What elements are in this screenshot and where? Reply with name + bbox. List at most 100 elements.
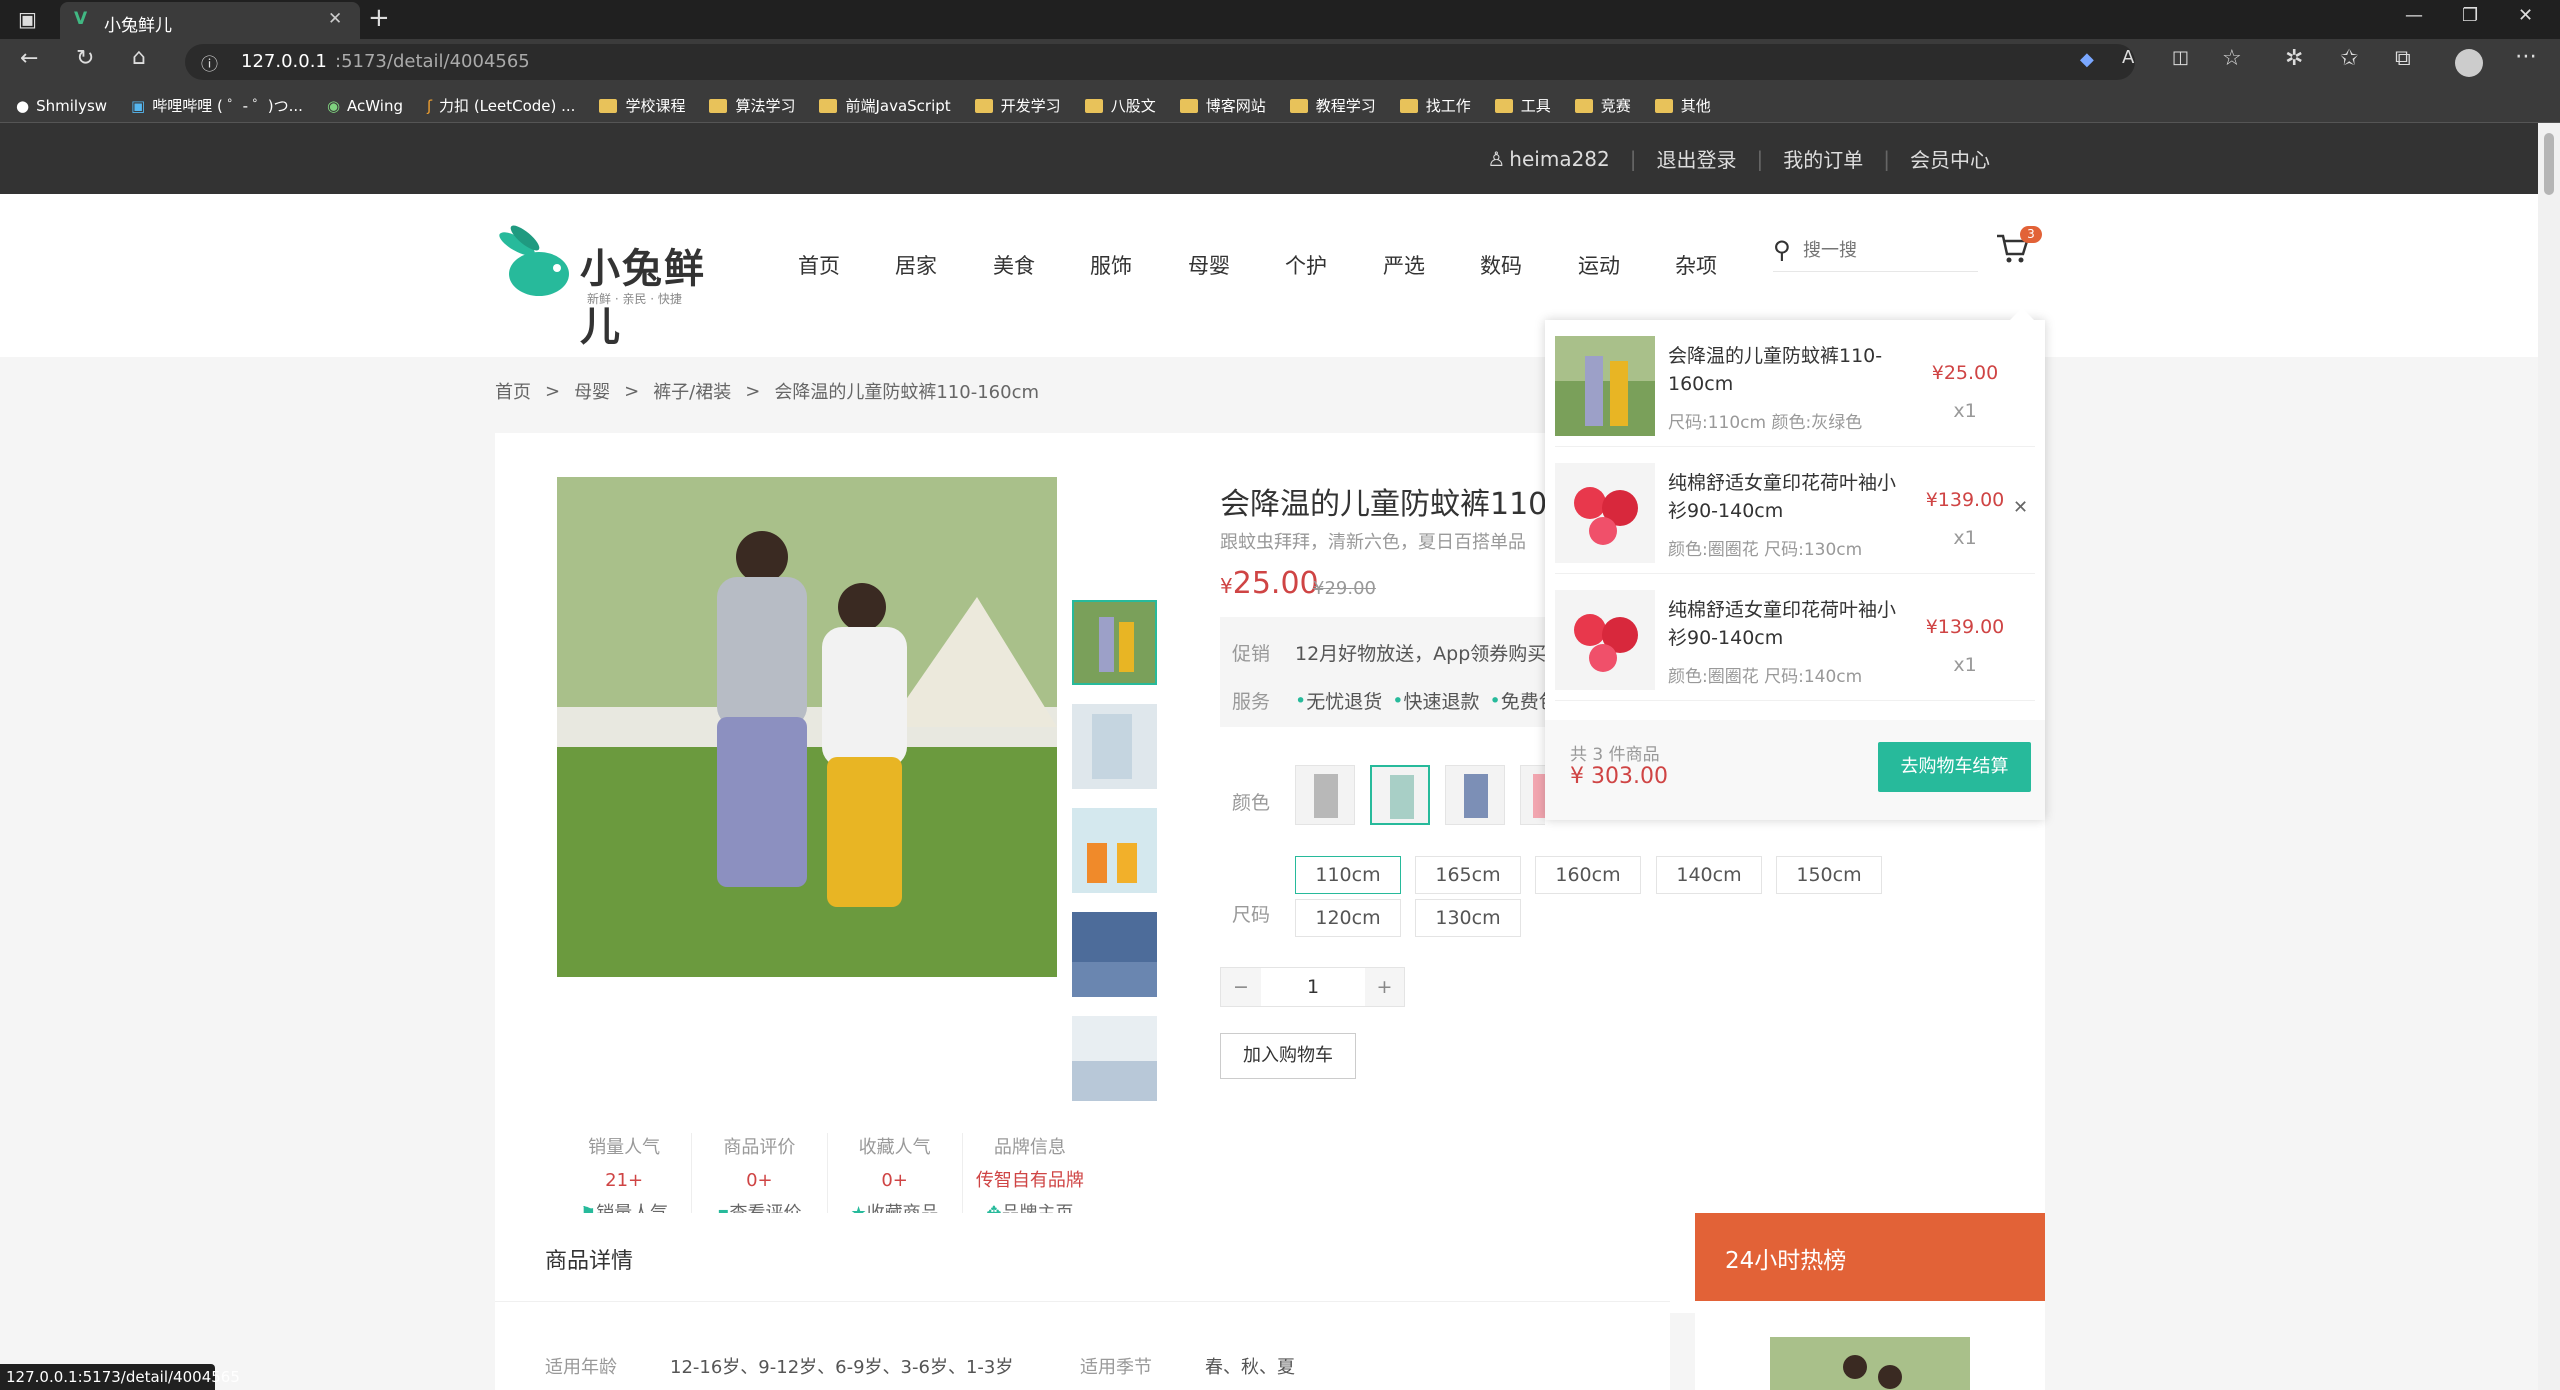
bookmark-folder[interactable]: 找工作 (1399, 95, 1471, 116)
orders-link[interactable]: 我的订单 (1783, 144, 1863, 173)
restore-icon[interactable]: ❐ (2462, 5, 2478, 26)
breadcrumb-home[interactable]: 首页 (495, 378, 531, 404)
site-header: 小兔鲜儿 新鲜 · 亲民 · 快捷 首页 居家 美食 服饰 母婴 个护 严选 数… (0, 194, 2538, 357)
cart-item-price: ¥139.00 (1925, 489, 2005, 511)
browser-tab[interactable]: V 小兔鲜儿 ✕ (60, 2, 360, 39)
refresh-icon[interactable]: ↻ (76, 46, 94, 71)
breadcrumb-category[interactable]: 母婴 (574, 378, 610, 404)
favorites-icon[interactable]: ✩ (2340, 46, 2358, 71)
cart-item-count: x1 (1953, 654, 1977, 676)
nav-food[interactable]: 美食 (993, 250, 1035, 280)
checkout-button[interactable]: 去购物车结算 (1878, 742, 2031, 792)
product-thumbnail[interactable] (1072, 1016, 1157, 1101)
size-option[interactable]: 140cm (1656, 856, 1762, 894)
product-thumbnail[interactable] (1072, 704, 1157, 789)
breadcrumb-sep: > (545, 380, 561, 402)
size-option-selected[interactable]: 110cm (1295, 856, 1401, 894)
page-scrollbar[interactable] (2538, 123, 2560, 1390)
member-link[interactable]: 会员中心 (1910, 144, 1990, 173)
collections-icon[interactable]: ⧉ (2395, 46, 2411, 71)
site-logo[interactable]: 小兔鲜儿 新鲜 · 亲民 · 快捷 (495, 224, 745, 350)
color-swatch-selected[interactable] (1370, 765, 1430, 825)
color-swatch[interactable] (1295, 765, 1355, 825)
quantity-input[interactable]: 1 (1261, 968, 1365, 1006)
add-to-cart-button[interactable]: 加入购物车 (1220, 1033, 1356, 1079)
bookmark-folder[interactable]: 开发学习 (974, 95, 1061, 116)
bookmark-folder[interactable]: 其他 (1654, 95, 1711, 116)
bookmark-label: Shmilysw (36, 96, 108, 115)
size-option[interactable]: 160cm (1535, 856, 1641, 894)
remove-item-icon[interactable]: ✕ (2013, 497, 2028, 518)
new-tab-icon[interactable]: + (368, 3, 390, 33)
nav-home-living[interactable]: 居家 (895, 250, 937, 280)
username-link[interactable]: heima282 (1509, 147, 1609, 171)
bookmark-folder[interactable]: 工具 (1494, 95, 1551, 116)
minimize-icon[interactable]: — (2405, 5, 2423, 26)
bookmark-folder[interactable]: 八股文 (1084, 95, 1156, 116)
quantity-plus-button[interactable]: + (1365, 968, 1404, 1006)
back-icon[interactable]: ← (20, 46, 38, 71)
bookmark-folder[interactable]: 算法学习 (709, 95, 795, 116)
extension-tag-icon[interactable]: ◆ (2080, 49, 2094, 70)
quantity-minus-button[interactable]: − (1221, 968, 1261, 1006)
url-field[interactable]: ⓘ 127.0.0.1 :5173/detail/4004565 ◆ (185, 44, 2135, 80)
popup-arrow (2010, 308, 2034, 320)
nav-misc[interactable]: 杂项 (1675, 250, 1717, 280)
nav-clothing[interactable]: 服饰 (1090, 250, 1132, 280)
bookmark-item[interactable]: ◉ AcWing (327, 97, 403, 115)
divider: | (1629, 146, 1637, 171)
nav-sports[interactable]: 运动 (1578, 250, 1620, 280)
tab-actions-icon[interactable]: ▣ (18, 7, 37, 31)
cart-item[interactable]: 纯棉舒适女童印花荷叶袖小衫90-140cm 颜色:圈圈花 尺码:140cm ¥1… (1555, 574, 2035, 701)
size-option[interactable]: 165cm (1415, 856, 1521, 894)
product-thumbnail[interactable] (1072, 912, 1157, 997)
search-input[interactable] (1803, 240, 1973, 261)
site-info-icon[interactable]: ⓘ (201, 50, 218, 75)
bookmark-folder[interactable]: 博客网站 (1179, 95, 1266, 116)
product-thumbnail[interactable] (1072, 600, 1157, 685)
bookmark-folder[interactable]: 教程学习 (1289, 95, 1376, 116)
bookmark-folder[interactable]: 竞赛 (1574, 95, 1631, 116)
hot-item-image[interactable] (1770, 1337, 1970, 1390)
read-aloud-icon[interactable]: A (2122, 47, 2134, 68)
breadcrumb-subcategory[interactable]: 裤子/裙装 (653, 378, 731, 404)
split-screen-icon[interactable]: ◫ (2172, 47, 2189, 68)
home-icon[interactable]: ⌂ (132, 45, 146, 70)
url-path: :5173/detail/4004565 (335, 51, 530, 72)
color-swatch[interactable] (1445, 765, 1505, 825)
bookmark-item[interactable]: ● Shmilysw (16, 97, 107, 115)
thumbnail-image (1074, 602, 1155, 683)
nav-home[interactable]: 首页 (798, 250, 840, 280)
stat-title: 商品评价 (723, 1137, 796, 1158)
product-thumbnail[interactable] (1072, 808, 1157, 893)
logout-link[interactable]: 退出登录 (1657, 144, 1737, 173)
bookmark-label: 算法学习 (735, 97, 796, 115)
cart-item-count: x1 (1953, 527, 1977, 549)
hot-ranking-title: 24小时热榜 (1725, 1248, 1847, 1274)
bookmark-label: 博客网站 (1205, 97, 1266, 115)
bookmark-label: 工具 (1520, 97, 1551, 115)
nav-care[interactable]: 个护 (1285, 250, 1327, 280)
cart-item[interactable]: 会降温的儿童防蚊裤110-160cm 尺码:110cm 颜色:灰绿色 ¥25.0… (1555, 320, 2035, 447)
bookmark-folder[interactable]: 学校课程 (599, 95, 685, 116)
folder-icon (1084, 98, 1103, 113)
bookmark-item[interactable]: ʃ 力扣 (LeetCode) ... (427, 95, 575, 116)
search-box[interactable]: ⚲ (1773, 236, 1978, 272)
close-window-icon[interactable]: ✕ (2518, 5, 2533, 26)
scrollbar-thumb[interactable] (2544, 133, 2554, 195)
favorite-add-icon[interactable]: ☆ (2222, 46, 2242, 71)
bookmark-item[interactable]: ▣ 哔哩哔哩 ( ゜- ゜)つ... (131, 95, 303, 116)
extensions-icon[interactable]: ✲ (2285, 46, 2303, 71)
close-tab-icon[interactable]: ✕ (328, 9, 342, 29)
size-option[interactable]: 150cm (1776, 856, 1882, 894)
more-menu-icon[interactable]: ⋯ (2515, 44, 2537, 69)
color-swatch[interactable] (1520, 765, 1545, 825)
profile-avatar-icon[interactable] (2455, 49, 2483, 77)
size-option[interactable]: 130cm (1415, 899, 1521, 937)
nav-digital[interactable]: 数码 (1480, 250, 1522, 280)
size-option[interactable]: 120cm (1295, 899, 1401, 937)
nav-selected[interactable]: 严选 (1383, 250, 1425, 280)
bookmark-folder[interactable]: 前端JavaScript (819, 95, 951, 116)
nav-baby[interactable]: 母婴 (1188, 250, 1230, 280)
cart-item[interactable]: 纯棉舒适女童印花荷叶袖小衫90-140cm 颜色:圈圈花 尺码:130cm ¥1… (1555, 447, 2035, 574)
